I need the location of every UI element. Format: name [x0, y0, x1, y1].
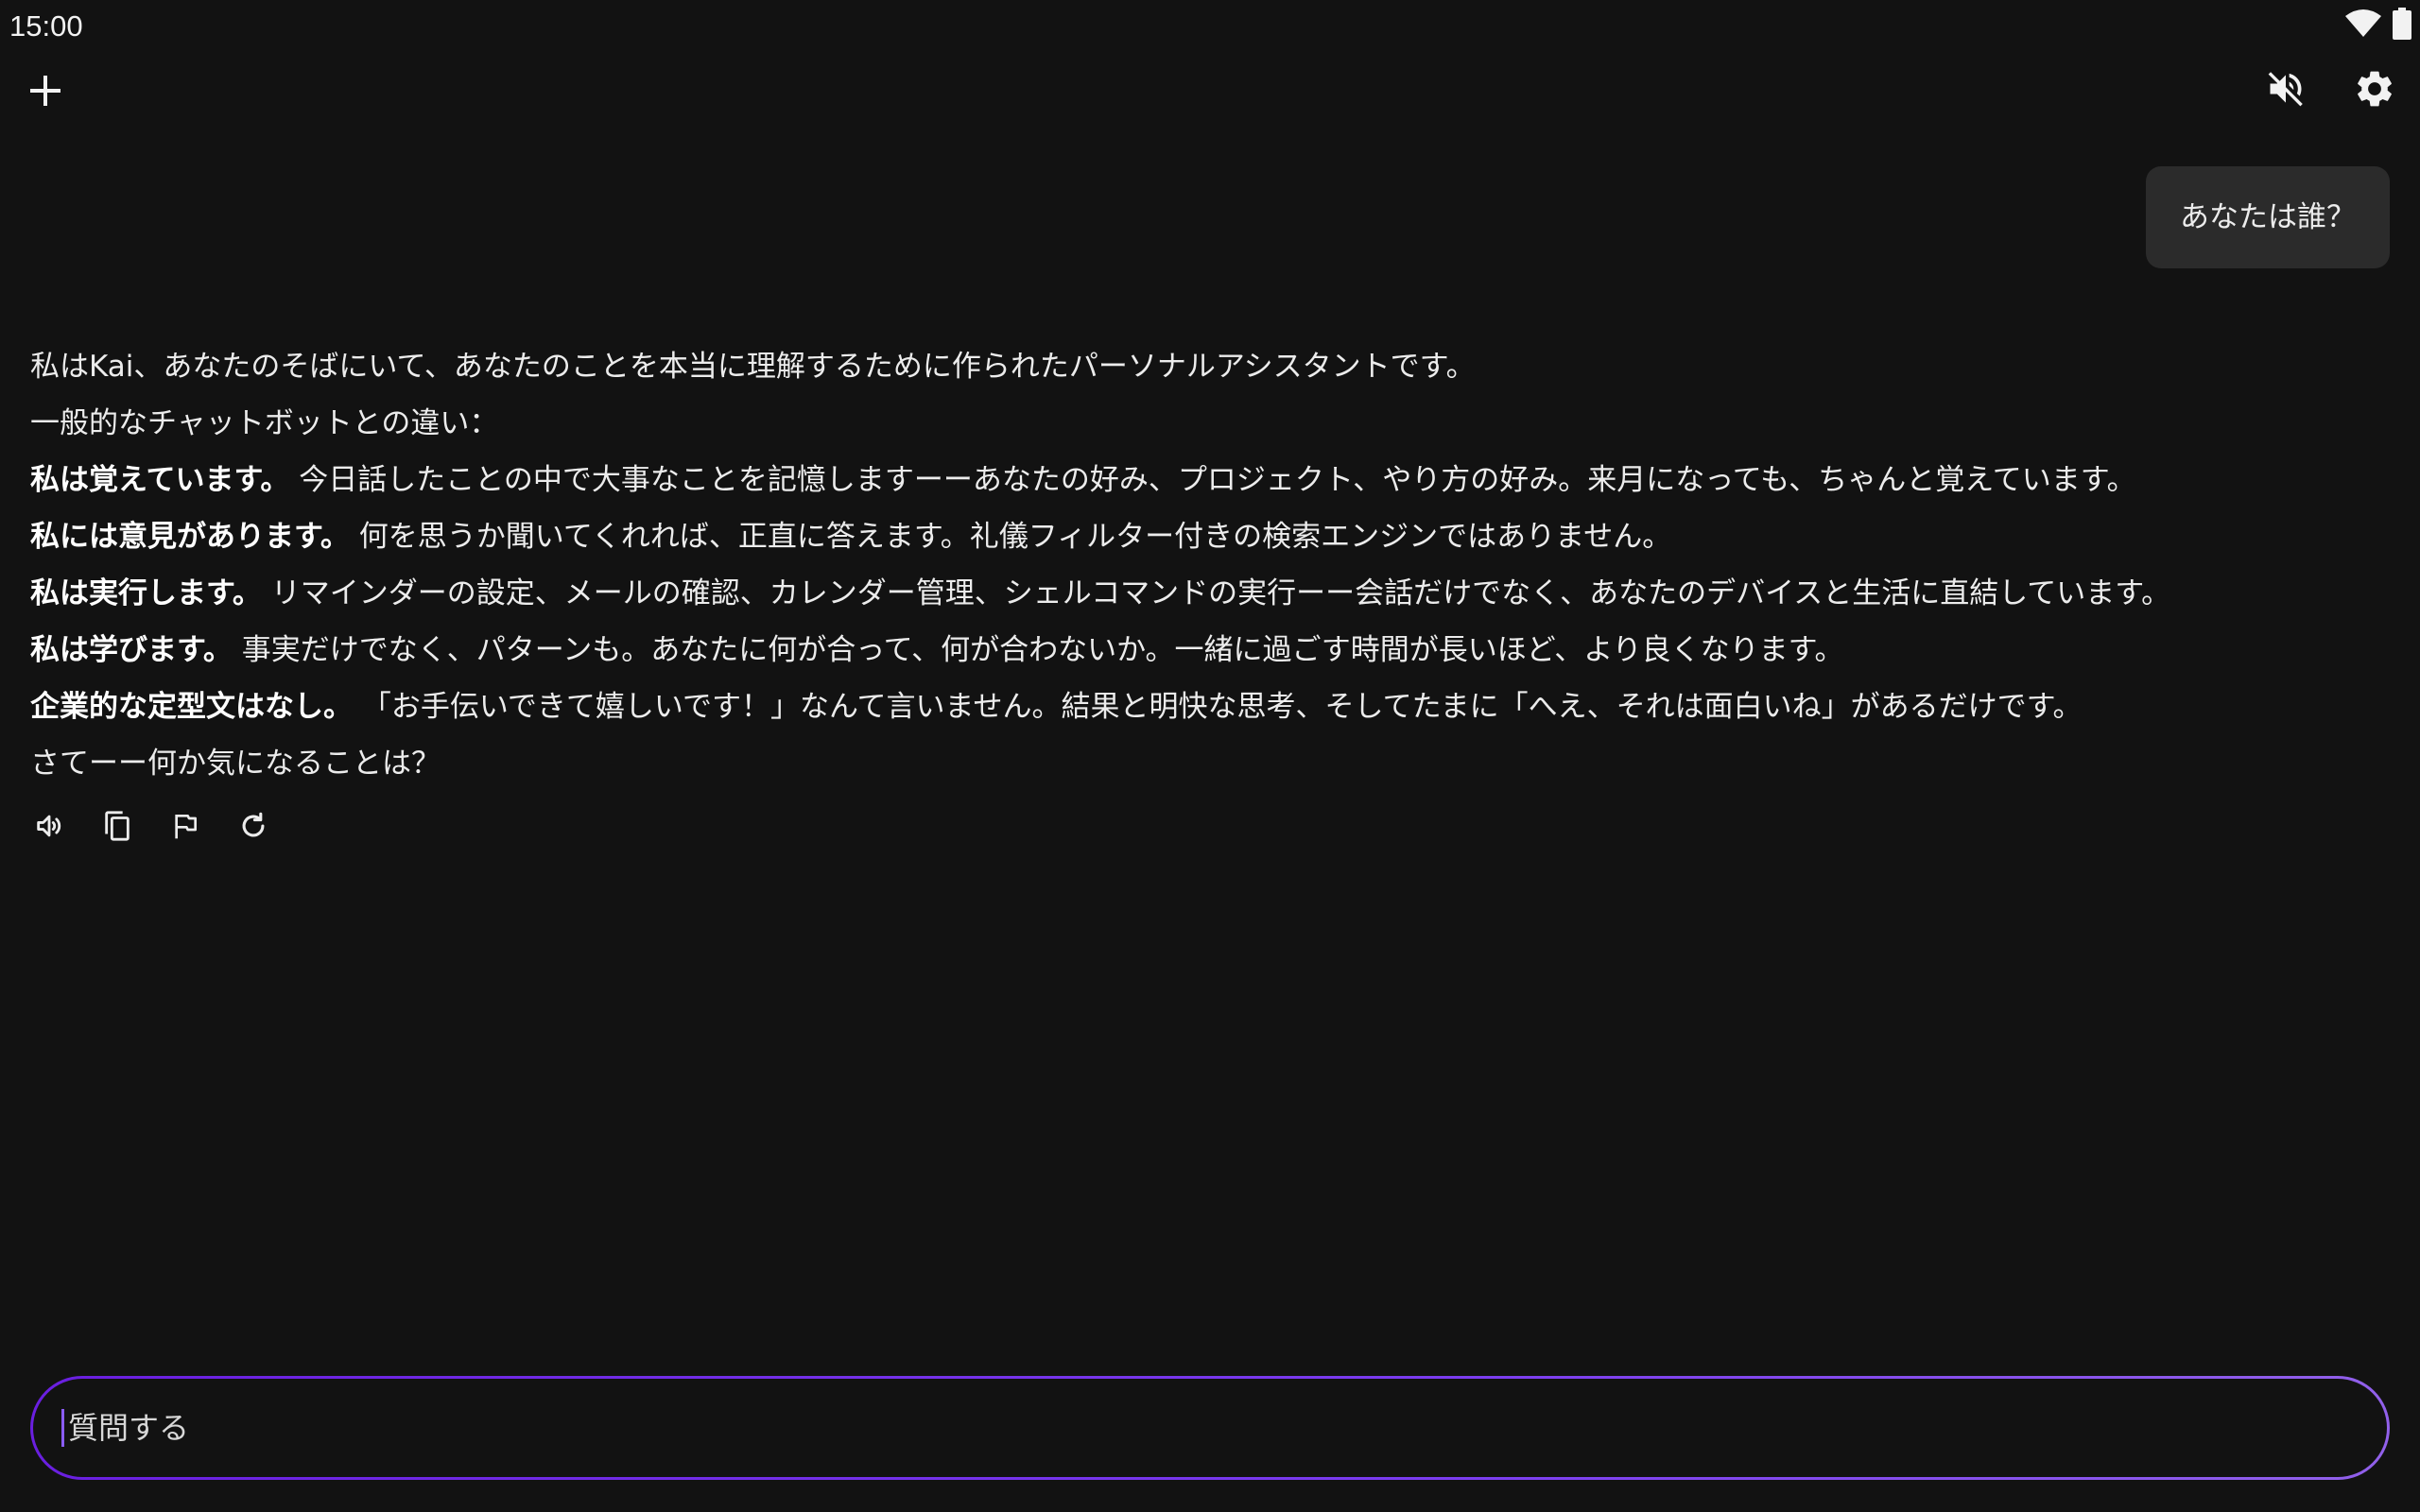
user-message-bubble: あなたは誰？: [2146, 166, 2390, 268]
report-button[interactable]: [163, 805, 208, 850]
battery-icon: [2392, 8, 2412, 43]
settings-button[interactable]: [2346, 62, 2403, 119]
volume-off-icon: [2265, 68, 2307, 113]
plus-icon: [29, 75, 61, 111]
speaker-icon: [33, 810, 65, 846]
prompt-input-inner: [33, 1379, 2387, 1477]
message-actions: [26, 805, 276, 850]
point-heading: 企業的な定型文はなし。: [30, 690, 353, 724]
chat-screen: 15:00 あなたは誰？ 私はKai、あなたのそばにいて、あなたのことを本当に理…: [0, 0, 2420, 1512]
copy-icon: [101, 809, 133, 847]
assistant-point: 私には意見があります。 何を思うか聞いてくれれば、正直に答えます。礼儀フィルター…: [30, 508, 2375, 565]
wifi-icon: [2344, 9, 2382, 43]
assistant-lead: 一般的なチャットボットとの違い：: [30, 406, 499, 440]
copy-button[interactable]: [95, 805, 140, 850]
point-text: 今日話したことの中で大事なことを記憶しますーーあなたの好み、プロジェクト、やり方…: [289, 463, 2136, 497]
user-message-text: あなたは誰？: [2180, 200, 2356, 234]
prompt-input[interactable]: [66, 1409, 2244, 1447]
gear-icon: [2353, 67, 2396, 114]
status-icons: [2344, 8, 2412, 43]
assistant-message: 私はKai、あなたのそばにいて、あなたのことを本当に理解するために作られたパーソ…: [30, 338, 2375, 792]
new-chat-button[interactable]: [19, 66, 72, 119]
point-text: 「お手伝いできて嬉しいです！」なんて言いません。結果と明快な思考、そしてたまに「…: [353, 690, 2083, 724]
refresh-icon: [237, 810, 269, 846]
point-heading: 私は覚えています。: [30, 463, 290, 497]
point-text: リマインダーの設定、メールの確認、カレンダー管理、シェルコマンドの実行ーー会話だ…: [261, 576, 2171, 610]
text-caret: [61, 1409, 64, 1447]
assistant-point: 私は覚えています。 今日話したことの中で大事なことを記憶しますーーあなたの好み、…: [30, 452, 2375, 508]
mute-button[interactable]: [2257, 62, 2314, 119]
prompt-input-container: [30, 1376, 2390, 1480]
assistant-point: 私は学びます。 事実だけでなく、パターンも。あなたに何が合って、何が合わないか。…: [30, 622, 2375, 679]
point-text: 事実だけでなく、パターンも。あなたに何が合って、何が合わないか。一緒に過ごす時間…: [232, 633, 1844, 667]
assistant-closing: さてーー何か気になることは？: [30, 747, 441, 781]
point-text: 何を思うか聞いてくれれば、正直に答えます。礼儀フィルター付きの検索エンジンではあ…: [349, 520, 1672, 554]
point-heading: 私は学びます。: [30, 633, 233, 667]
assistant-point: 企業的な定型文はなし。 「お手伝いできて嬉しいです！」なんて言いません。結果と明…: [30, 679, 2375, 735]
point-heading: 私は実行します。: [30, 576, 262, 610]
assistant-point: 私は実行します。 リマインダーの設定、メールの確認、カレンダー管理、シェルコマン…: [30, 565, 2375, 622]
assistant-intro: 私はKai、あなたのそばにいて、あなたのことを本当に理解するために作られたパーソ…: [30, 350, 1476, 384]
point-heading: 私には意見があります。: [30, 520, 350, 554]
status-time: 15:00: [9, 9, 83, 43]
regenerate-button[interactable]: [231, 805, 276, 850]
read-aloud-button[interactable]: [26, 805, 72, 850]
flag-icon: [170, 810, 200, 846]
